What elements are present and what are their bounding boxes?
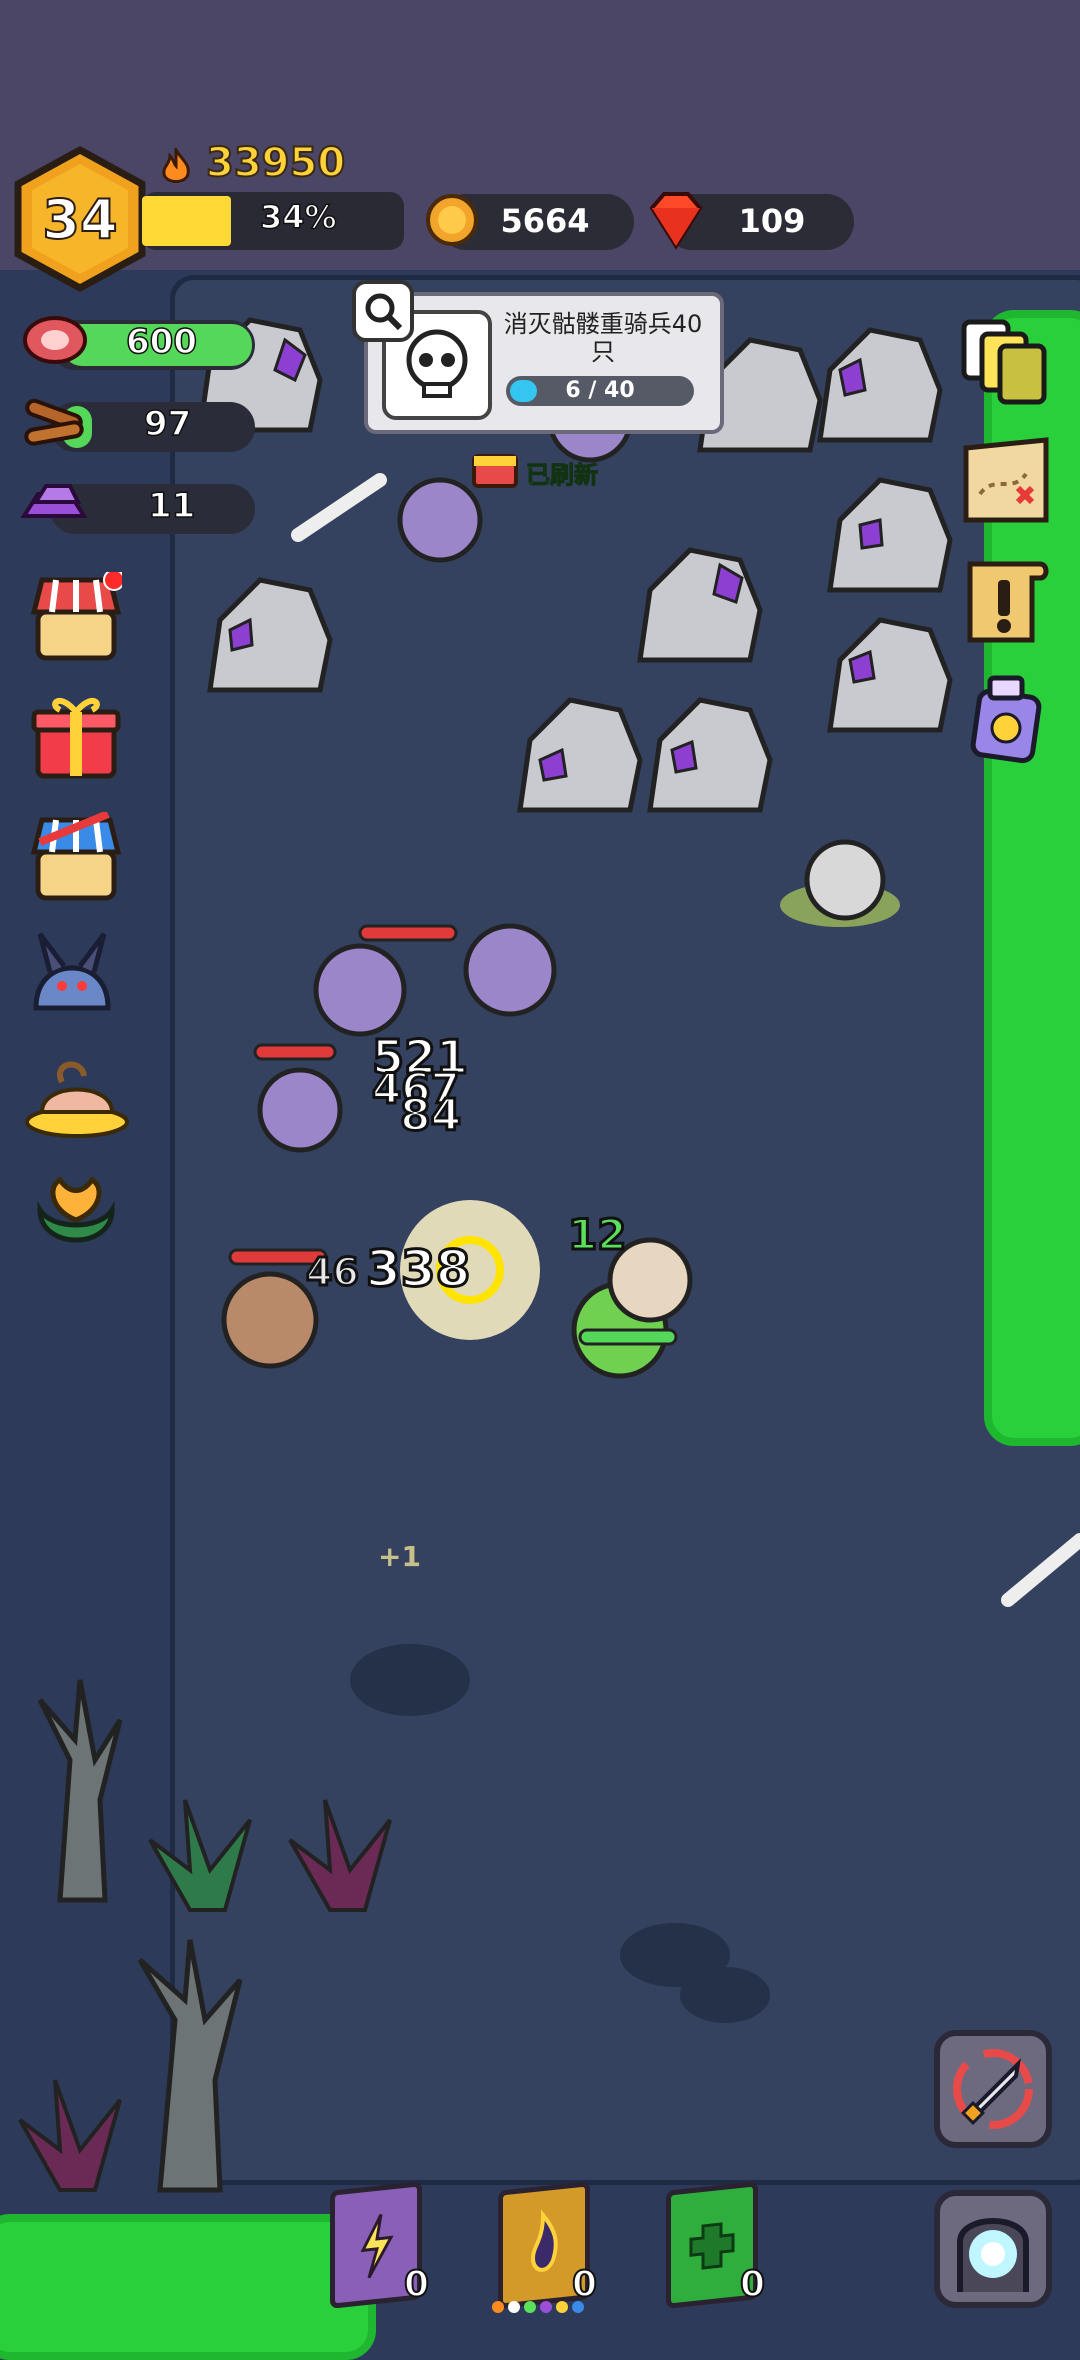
heal-number: 12 <box>566 1209 627 1261</box>
portal-button[interactable] <box>934 2190 1052 2308</box>
wood-value: 97 <box>143 403 192 445</box>
coin-icon <box>426 194 478 246</box>
gift-icon[interactable] <box>30 690 122 782</box>
sale-shop-icon[interactable] <box>30 812 122 904</box>
sword-swap-icon <box>953 2049 1033 2129</box>
damage-number: 46 <box>305 1249 361 1296</box>
wood-icon <box>24 398 84 446</box>
xp-bar-fill <box>142 196 231 246</box>
quest-card[interactable]: 消灭骷髅重骑兵40只 <box>364 292 724 434</box>
map-icon[interactable] <box>960 434 1052 526</box>
xp-total: 33950 <box>205 139 346 187</box>
damage-number: 338 <box>364 1239 471 1300</box>
xp-percent: 34% <box>259 197 337 237</box>
treasure-icon[interactable] <box>22 1052 132 1144</box>
damage-number: 84 <box>398 1089 462 1143</box>
auto-battle-button[interactable] <box>934 2030 1052 2148</box>
quest-scroll-icon[interactable] <box>960 554 1052 646</box>
dead-trees <box>37 1679 243 2193</box>
fire-icon <box>162 148 190 183</box>
level-number: 34 <box>41 187 118 252</box>
portal-icon <box>957 2218 1029 2292</box>
crystal-value: 11 <box>147 485 196 527</box>
gem-icon <box>649 192 703 250</box>
heal-book-count: 0 <box>739 2263 766 2306</box>
floating-reward-text: +1 <box>378 1540 421 1573</box>
search-icon[interactable] <box>352 280 414 342</box>
cards-icon[interactable] <box>960 316 1052 408</box>
quest-title: 消灭骷髅重骑兵40只 <box>503 310 703 366</box>
flower-icon[interactable] <box>30 1170 122 1262</box>
shadows <box>350 1644 770 2023</box>
lightning-book-count: 0 <box>403 2263 430 2306</box>
meat-icon <box>23 316 87 364</box>
shop-icon[interactable] <box>30 572 122 664</box>
quest-refreshed-label: 已刷新 <box>526 461 599 490</box>
chest-icon <box>472 454 518 488</box>
potion-icon[interactable] <box>960 672 1052 764</box>
crystal-ingot-icon <box>20 484 88 518</box>
element-dots <box>492 2301 584 2313</box>
meat-value: 600 <box>125 321 197 363</box>
quest-progress-label: 6 / 40 <box>565 378 635 403</box>
skull-decoration <box>780 839 900 927</box>
gems-value: 109 <box>738 202 806 240</box>
dragon-icon[interactable] <box>26 928 118 1020</box>
coins-value: 5664 <box>500 202 590 240</box>
